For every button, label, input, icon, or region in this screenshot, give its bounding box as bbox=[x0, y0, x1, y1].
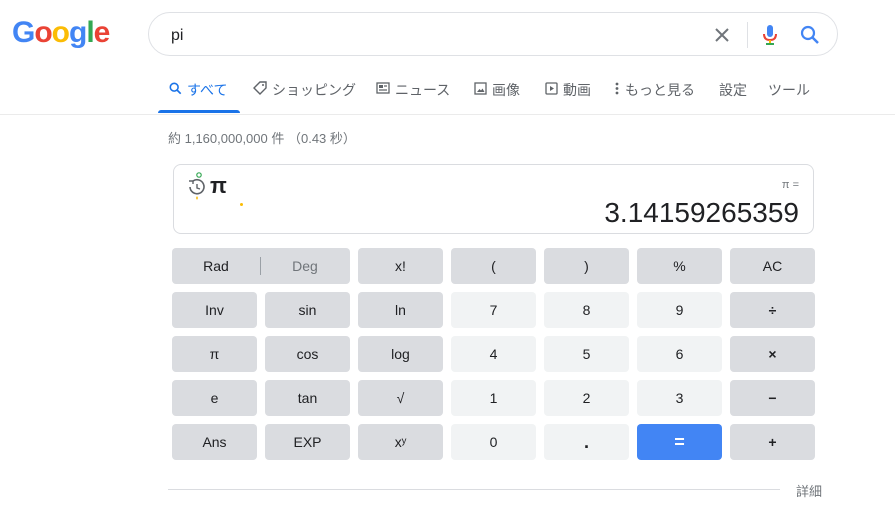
percent-button[interactable]: % bbox=[637, 248, 722, 284]
tab-label: すべて bbox=[187, 82, 228, 98]
microphone-icon[interactable] bbox=[759, 24, 781, 46]
digit-4-button[interactable]: 4 bbox=[451, 336, 536, 372]
search-divider bbox=[747, 22, 748, 48]
google-logo[interactable]: Google bbox=[12, 16, 111, 50]
sin-button[interactable]: sin bbox=[265, 292, 350, 328]
tab-more[interactable]: もっと見る bbox=[614, 80, 695, 114]
tab-label: 動画 bbox=[563, 82, 591, 98]
more-vert-icon bbox=[614, 80, 620, 96]
answer-button[interactable]: Ans bbox=[172, 424, 257, 460]
digit-8-button[interactable]: 8 bbox=[544, 292, 629, 328]
logo-letter: e bbox=[93, 16, 111, 49]
expression-text: π = bbox=[781, 179, 799, 191]
tan-button[interactable]: tan bbox=[265, 380, 350, 416]
more-info-link[interactable]: 詳細 bbox=[796, 481, 822, 500]
tab-news[interactable]: ニュース bbox=[376, 80, 450, 114]
digit-6-button[interactable]: 6 bbox=[637, 336, 722, 372]
search-box bbox=[148, 12, 838, 56]
angle-mode-toggle[interactable]: Rad Deg bbox=[172, 248, 350, 284]
calculator-display: π π = 3.14159265359 bbox=[173, 164, 814, 234]
tab-label: 画像 bbox=[492, 82, 520, 98]
logo-letter: o bbox=[34, 16, 52, 49]
divide-button[interactable]: ÷ bbox=[730, 292, 815, 328]
digit-2-button[interactable]: 2 bbox=[544, 380, 629, 416]
result-stats: 約 1,160,000,000 件 （0.43 秒） bbox=[168, 131, 356, 146]
close-icon[interactable] bbox=[711, 24, 733, 46]
inverse-button[interactable]: Inv bbox=[172, 292, 257, 328]
sqrt-button[interactable]: √ bbox=[358, 380, 443, 416]
history-icon[interactable] bbox=[186, 171, 206, 203]
tab-label: ショッピング bbox=[272, 82, 356, 98]
tabs-divider bbox=[0, 114, 895, 115]
digit-7-button[interactable]: 7 bbox=[451, 292, 536, 328]
result-value: 3.14159265359 bbox=[604, 197, 799, 228]
tab-label: ニュース bbox=[395, 82, 451, 98]
digit-5-button[interactable]: 5 bbox=[544, 336, 629, 372]
tab-tools[interactable]: ツール bbox=[768, 80, 810, 114]
all-clear-button[interactable]: AC bbox=[730, 248, 815, 284]
tab-label: もっと見る bbox=[625, 82, 695, 98]
search-input[interactable] bbox=[169, 23, 693, 49]
close-paren-button[interactable]: ) bbox=[544, 248, 629, 284]
search-icon[interactable] bbox=[799, 24, 821, 46]
equals-button[interactable]: = bbox=[637, 424, 722, 460]
cos-button[interactable]: cos bbox=[265, 336, 350, 372]
power-button[interactable]: xʸ bbox=[358, 424, 443, 460]
digit-3-button[interactable]: 3 bbox=[637, 380, 722, 416]
e-button[interactable]: e bbox=[172, 380, 257, 416]
news-icon bbox=[376, 80, 390, 96]
logo-letter: g bbox=[69, 16, 87, 49]
exp-button[interactable]: EXP bbox=[265, 424, 350, 460]
search-icon bbox=[168, 80, 182, 96]
pi-button[interactable]: π bbox=[172, 336, 257, 372]
history-expression: π bbox=[210, 173, 227, 198]
footer-divider bbox=[168, 489, 780, 490]
tab-all[interactable]: すべて bbox=[168, 80, 227, 114]
decorative-dot bbox=[240, 203, 243, 206]
rad-button[interactable]: Rad bbox=[172, 248, 260, 284]
image-icon bbox=[473, 80, 487, 96]
log-button[interactable]: log bbox=[358, 336, 443, 372]
logo-letter: l bbox=[86, 16, 94, 49]
open-paren-button[interactable]: ( bbox=[451, 248, 536, 284]
tab-label: 設定 bbox=[719, 82, 747, 98]
factorial-button[interactable]: x! bbox=[358, 248, 443, 284]
multiply-button[interactable]: × bbox=[730, 336, 815, 372]
digit-0-button[interactable]: 0 bbox=[451, 424, 536, 460]
tab-images[interactable]: 画像 bbox=[473, 80, 520, 114]
active-tab-indicator bbox=[158, 110, 240, 113]
logo-letter: G bbox=[12, 16, 35, 49]
decimal-button[interactable]: . bbox=[544, 424, 629, 460]
digit-1-button[interactable]: 1 bbox=[451, 380, 536, 416]
tag-icon bbox=[253, 80, 267, 96]
digit-9-button[interactable]: 9 bbox=[637, 292, 722, 328]
deg-button[interactable]: Deg bbox=[261, 248, 349, 284]
tab-settings[interactable]: 設定 bbox=[719, 80, 747, 114]
tab-shopping[interactable]: ショッピング bbox=[253, 80, 356, 114]
subtract-button[interactable]: − bbox=[730, 380, 815, 416]
video-icon bbox=[544, 80, 558, 96]
tab-label: ツール bbox=[768, 82, 810, 98]
tab-videos[interactable]: 動画 bbox=[544, 80, 591, 114]
add-button[interactable]: + bbox=[730, 424, 815, 460]
ln-button[interactable]: ln bbox=[358, 292, 443, 328]
logo-letter: o bbox=[51, 16, 70, 49]
